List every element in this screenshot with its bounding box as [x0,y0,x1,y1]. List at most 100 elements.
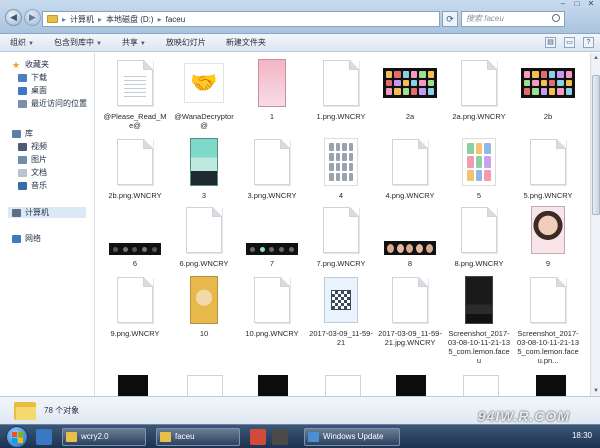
scroll-down-icon[interactable]: ▼ [591,386,600,396]
breadcrumb-drive[interactable]: 本地磁盘 (D:) [106,14,154,25]
taskbar-item-wcry[interactable]: wcry2.0 [62,428,146,446]
file-thumbnail [462,137,496,187]
taskbar-item-windows-update[interactable]: Windows Update [304,428,400,446]
sidebar-item-pictures[interactable]: 图片 [18,154,47,165]
file-thumbnail [392,275,428,325]
file-thumbnail[interactable] [118,375,148,396]
file-thumbnail[interactable] [325,375,361,396]
file-item[interactable]: 2017-03-09_11-59-21 [309,275,373,347]
view-options-button[interactable]: ▤ [545,37,556,48]
file-thumbnail [465,275,493,325]
new-folder-button[interactable]: 新建文件夹 [226,37,266,48]
file-item[interactable]: 7 [242,205,302,268]
file-thumbnail[interactable] [463,375,499,396]
minimize-button[interactable]: – [558,0,568,8]
slideshow-button[interactable]: 放映幻灯片 [166,37,206,48]
file-name: @Please_Read_Me@ [103,112,167,130]
sidebar-item-music[interactable]: 音乐 [18,180,47,191]
file-item[interactable]: 5 [449,137,509,200]
windows-update-icon [308,432,319,442]
refresh-button[interactable]: ⟳ [442,11,458,27]
file-item[interactable]: 1.png.WNCRY [311,58,371,121]
vertical-scrollbar[interactable]: ▲ ▼ [590,53,600,396]
desktop-icon [18,86,27,95]
command-bar: 组织 ▼ 包含到库中 ▼ 共享 ▼ 放映幻灯片 新建文件夹 ▤ ▭ ? [0,34,600,52]
sidebar-item-favorites[interactable]: ★ 收藏夹 [12,59,49,70]
file-thumbnail [461,58,497,108]
ie-icon[interactable] [36,429,52,445]
search-icon[interactable] [552,14,560,22]
file-name: 7.png.WNCRY [316,259,366,268]
file-item[interactable]: Screenshot_2017-03-08-10-11-21-135_com.l… [448,275,510,365]
file-item[interactable]: 2b.png.WNCRY [105,137,165,200]
breadcrumb-computer[interactable]: 计算机 [70,14,94,25]
file-item[interactable]: @Please_Read_Me@ [103,58,167,130]
file-item[interactable]: 1 [242,58,302,121]
file-item[interactable]: 10.png.WNCRY [242,275,302,338]
file-item[interactable]: 2b [518,58,578,121]
title-bar: ◀ ▶ ▸ 计算机 ▸ 本地磁盘 (D:) ▸ faceu ⟳ 搜索 faceu… [0,0,600,34]
scrollbar-thumb[interactable] [592,75,600,215]
file-item[interactable]: 9 [518,205,578,268]
clock[interactable]: 18:30 [572,431,592,440]
navigation-pane: ★ 收藏夹 下载 桌面 最近访问的位置 库 视频 图片 文档 音乐 计算机 网络 [0,53,95,396]
file-name: 10 [199,329,209,338]
file-item[interactable]: 🤝 @WanaDecryptor@ [174,58,234,130]
file-name: 8.png.WNCRY [454,259,504,268]
file-item[interactable]: 8.png.WNCRY [449,205,509,268]
sidebar-item-desktop[interactable]: 桌面 [18,85,47,96]
file-item[interactable]: 7.png.WNCRY [311,205,371,268]
file-name: 10.png.WNCRY [245,329,299,338]
file-item[interactable]: 4.png.WNCRY [380,137,440,200]
file-thumbnail[interactable] [396,375,426,396]
file-name: 5.png.WNCRY [523,191,573,200]
sidebar-item-downloads[interactable]: 下载 [18,72,47,83]
file-item[interactable]: 6 [105,205,165,268]
search-input[interactable]: 搜索 faceu [461,11,565,27]
file-item[interactable]: 8 [380,205,440,268]
sidebar-item-recent[interactable]: 最近访问的位置 [18,98,87,109]
file-thumbnail [254,275,290,325]
file-item[interactable]: 5.png.WNCRY [518,137,578,200]
sidebar-item-libraries[interactable]: 库 [12,128,33,139]
picture-icon [18,155,27,164]
file-item[interactable]: 3.png.WNCRY [242,137,302,200]
sidebar-item-videos[interactable]: 视频 [18,141,47,152]
file-item[interactable]: 2a.png.WNCRY [449,58,509,121]
file-item[interactable]: 2a [380,58,440,121]
organize-menu[interactable]: 组织 ▼ [10,37,34,48]
app-icon[interactable] [272,429,288,445]
watermark: 94IW.R.COM [477,408,570,424]
sidebar-item-documents[interactable]: 文档 [18,167,47,178]
file-thumbnail[interactable] [258,375,288,396]
video-icon [18,142,27,151]
folder-icon [160,432,171,442]
file-item[interactable]: 4 [311,137,371,200]
app-icon[interactable] [250,429,266,445]
forward-button[interactable]: ▶ [24,9,41,26]
maximize-button[interactable]: □ [572,0,582,8]
share-menu[interactable]: 共享 ▼ [122,37,146,48]
file-item[interactable]: 2017-03-09_11-59-21.jpg.WNCRY [378,275,442,347]
preview-pane-button[interactable]: ▭ [564,37,575,48]
sidebar-item-network[interactable]: 网络 [12,233,41,244]
sidebar-item-computer[interactable]: 计算机 [8,207,86,218]
taskbar-item-faceu[interactable]: faceu [156,428,240,446]
file-thumbnail [117,58,153,108]
file-thumbnail[interactable] [536,375,566,396]
file-item[interactable]: 3 [174,137,234,200]
address-bar[interactable]: ▸ 计算机 ▸ 本地磁盘 (D:) ▸ faceu [42,11,440,27]
breadcrumb-folder[interactable]: faceu [166,15,186,24]
back-button[interactable]: ◀ [5,9,22,26]
file-name: 9 [545,259,551,268]
file-item[interactable]: 9.png.WNCRY [105,275,165,338]
start-button[interactable] [6,426,28,448]
help-button[interactable]: ? [583,37,594,48]
close-button[interactable]: ✕ [586,0,596,8]
file-item[interactable]: Screenshot_2017-03-08-10-11-21-135_com.l… [517,275,579,365]
file-item[interactable]: 10 [174,275,234,338]
file-item[interactable]: 6.png.WNCRY [174,205,234,268]
scroll-up-icon[interactable]: ▲ [591,53,600,63]
file-thumbnail[interactable] [187,375,223,396]
include-library-menu[interactable]: 包含到库中 ▼ [54,37,102,48]
